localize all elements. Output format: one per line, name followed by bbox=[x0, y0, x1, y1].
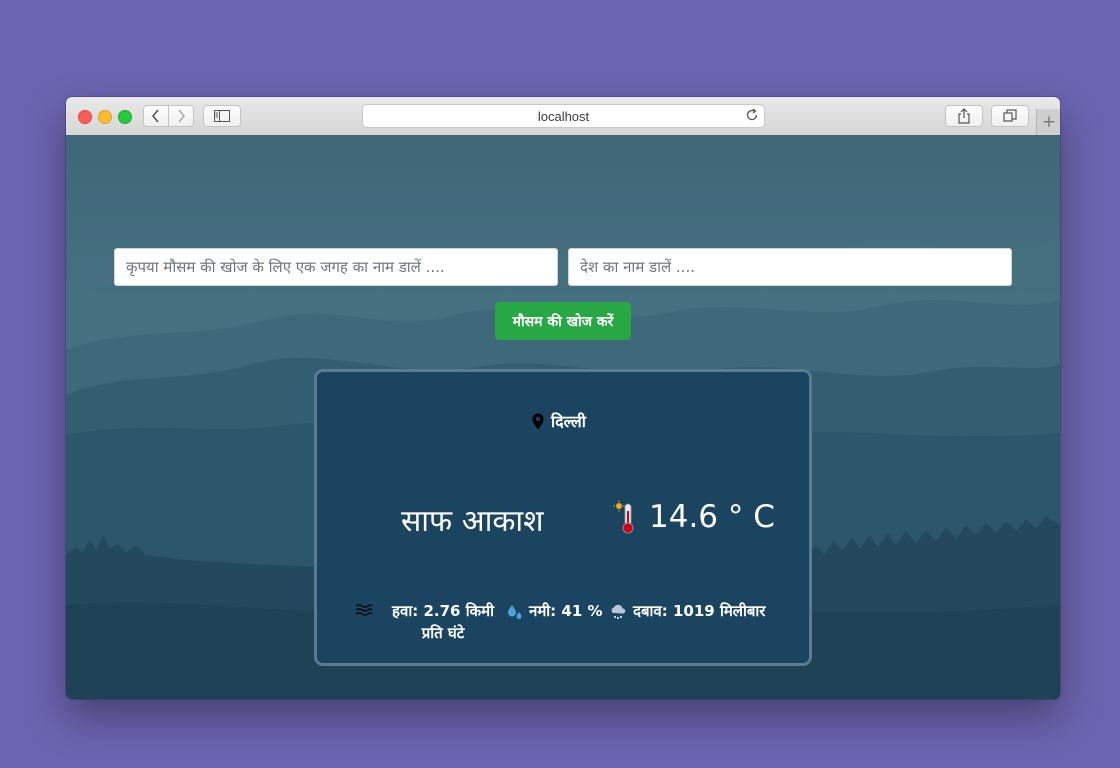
location-pin-icon bbox=[532, 413, 544, 429]
reload-icon[interactable] bbox=[745, 108, 759, 122]
search-weather-button[interactable]: मौसम की खोज करें bbox=[495, 302, 631, 340]
back-icon bbox=[151, 109, 159, 123]
location-name: दिल्ली bbox=[551, 412, 586, 431]
temperature-value: 14.6 ° C bbox=[649, 499, 775, 535]
wind-stat: हवा: 2.76 किमी प्रति घंटे bbox=[355, 600, 507, 644]
share-button[interactable] bbox=[945, 105, 983, 127]
forward-icon bbox=[178, 109, 186, 123]
back-button[interactable] bbox=[143, 105, 169, 127]
close-window-button[interactable] bbox=[78, 110, 92, 124]
wind-icon bbox=[355, 604, 373, 616]
minimize-window-button[interactable] bbox=[98, 110, 112, 124]
tabs-icon bbox=[1003, 109, 1017, 122]
city-input[interactable] bbox=[114, 248, 558, 286]
weather-description: साफ आकाश bbox=[401, 504, 544, 539]
thermometer-icon bbox=[613, 500, 634, 534]
humidity-stat: नमी: 41 % bbox=[507, 600, 609, 644]
humidity-value: नमी: 41 % bbox=[529, 602, 603, 620]
wind-value: हवा: 2.76 किमी प्रति घंटे bbox=[392, 602, 494, 642]
location: दिल्ली bbox=[532, 410, 586, 432]
pressure-stat: दबाव: 1019 मिलीबार bbox=[609, 600, 769, 644]
plus-icon: + bbox=[1041, 112, 1057, 132]
weather-stats: हवा: 2.76 किमी प्रति घंटे नमी: 41 % दबाव… bbox=[355, 600, 785, 644]
browser-toolbar: localhost + bbox=[66, 97, 1060, 136]
share-icon bbox=[958, 108, 970, 124]
weather-page: मौसम की खोज करें दिल्ली साफ आकाश 14.6 ° … bbox=[66, 135, 1060, 699]
address-bar[interactable]: localhost bbox=[362, 104, 765, 128]
zoom-window-button[interactable] bbox=[118, 110, 132, 124]
weather-card: दिल्ली साफ आकाश 14.6 ° C हवा: 2.76 किमी … bbox=[314, 369, 812, 666]
pressure-value: दबाव: 1019 मिलीबार bbox=[633, 602, 766, 620]
browser-window: localhost + कृपया मौसम की खोज के लिए एक … bbox=[66, 97, 1060, 699]
water-drops-icon bbox=[508, 605, 522, 619]
country-input[interactable] bbox=[568, 248, 1012, 286]
temperature-block: 14.6 ° C bbox=[613, 499, 775, 535]
address-text: localhost bbox=[537, 108, 590, 124]
forward-button[interactable] bbox=[168, 105, 194, 127]
new-tab-button[interactable]: + bbox=[1036, 109, 1060, 135]
sidebar-icon bbox=[214, 110, 230, 122]
cloud-snow-icon bbox=[611, 604, 626, 619]
sidebar-button[interactable] bbox=[203, 105, 241, 127]
tab-overview-button[interactable] bbox=[991, 105, 1029, 127]
